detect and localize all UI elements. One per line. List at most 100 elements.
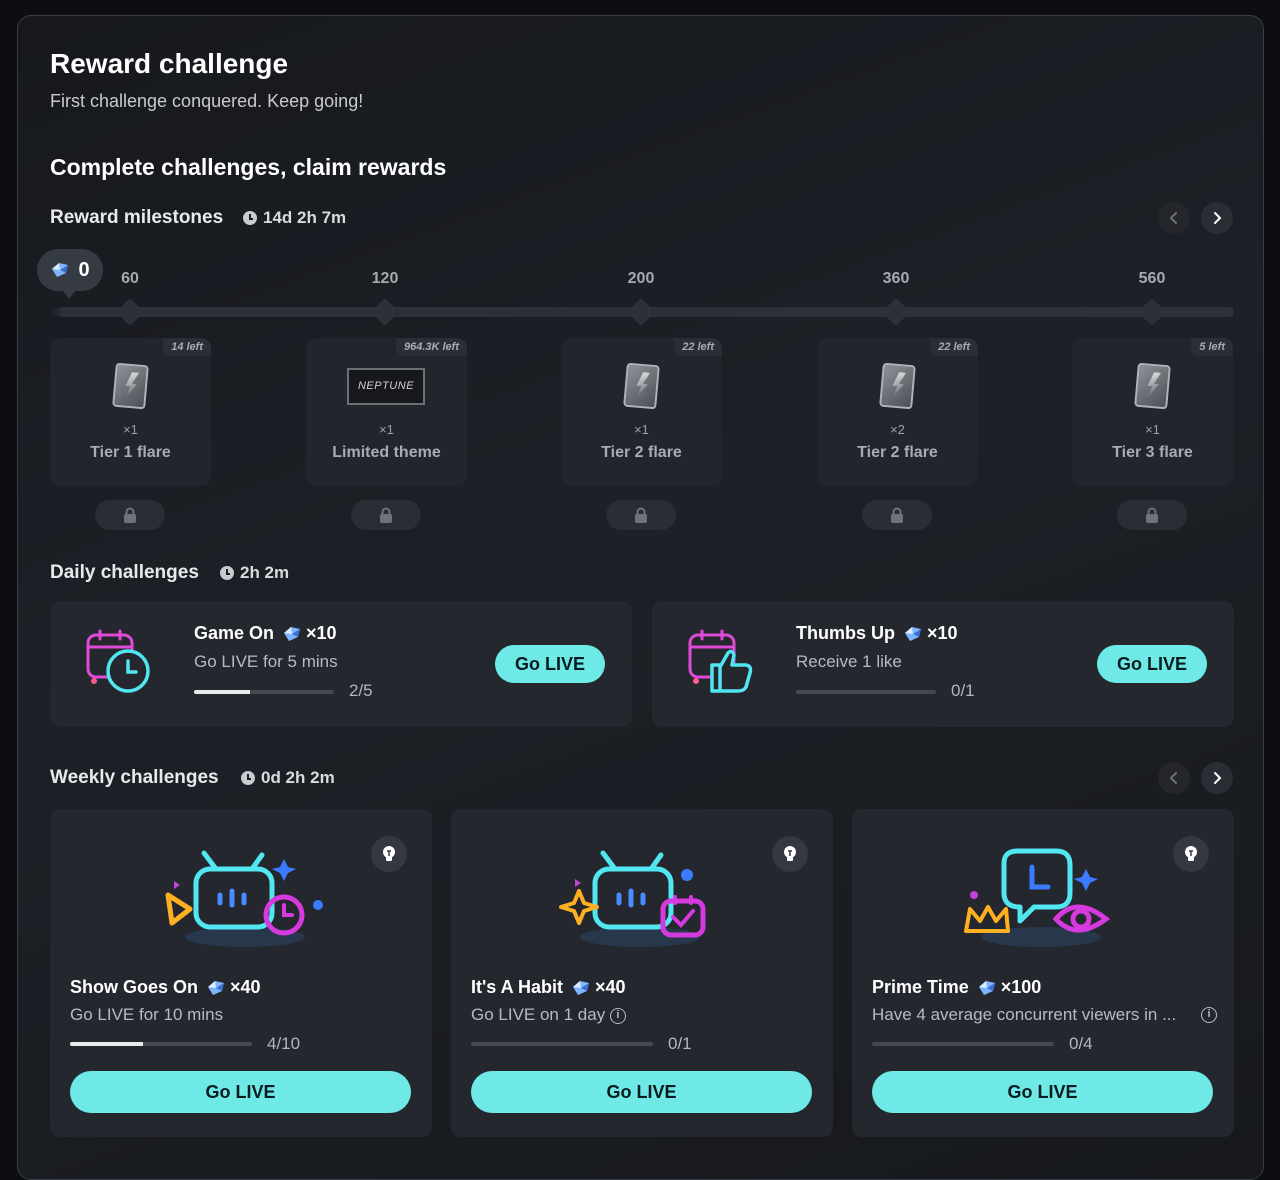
reward-name: Tier 1 flare — [90, 444, 171, 461]
go-live-button[interactable]: Go LIVE — [495, 645, 605, 683]
gem-icon — [978, 980, 995, 995]
challenge-reward: ×40 — [571, 977, 626, 998]
progress-text: 0/1 — [951, 681, 975, 700]
locked-claim-button[interactable] — [606, 500, 676, 530]
challenge-name: It's A Habit — [471, 977, 563, 997]
daily-challenge-card: Game On ×10 Go LIVE for 5 mins 2/5 Go LI… — [50, 601, 632, 727]
stock-left-badge: 22 left — [930, 338, 978, 356]
tv-play-icon — [165, 850, 323, 947]
clock-icon — [243, 211, 257, 225]
challenge-title: Thumbs Up ×10 — [796, 623, 958, 644]
milestone-tick — [115, 297, 145, 327]
challenge-title: Show Goes On ×40 — [70, 977, 261, 998]
reward-card[interactable]: 22 left ×2 Tier 2 flare — [817, 338, 978, 486]
page-subtitle: First challenge conquered. Keep going! — [50, 91, 364, 111]
milestone-points: 560 — [1138, 270, 1166, 287]
challenge-desc: Have 4 average concurrent viewers in ...… — [872, 1005, 1217, 1025]
reward-card[interactable]: 14 left ×1 Tier 1 flare — [50, 338, 211, 486]
progress-bar — [70, 1042, 252, 1046]
challenge-title: It's A Habit ×40 — [471, 977, 626, 998]
reward-card[interactable]: 964.3K left NEPTUNE ×1 Limited theme — [306, 338, 467, 486]
progress-fill — [70, 1042, 143, 1046]
clock-icon — [241, 771, 255, 785]
go-live-button[interactable]: Go LIVE — [1097, 645, 1207, 683]
daily-label: Daily challenges — [50, 562, 199, 583]
gem-icon — [208, 980, 225, 995]
tv-calendar-icon — [559, 850, 706, 947]
milestone-points: 200 — [627, 270, 655, 287]
lock-icon — [1146, 507, 1158, 523]
milestone-tick — [626, 297, 656, 327]
daily-challenge-card: Thumbs Up ×10 Receive 1 like 0/1 Go LIVE — [652, 601, 1234, 727]
hint-button[interactable] — [1173, 836, 1209, 872]
lightbulb-icon — [784, 846, 796, 861]
chevron-left-icon — [1169, 212, 1177, 224]
daily-timer: 2h 2m — [220, 563, 289, 583]
section-title: Complete challenges, claim rewards — [50, 154, 447, 180]
theme-preview: NEPTUNE — [347, 368, 425, 405]
milestones-next-button[interactable] — [1201, 202, 1233, 234]
lightbulb-icon — [1185, 846, 1197, 861]
challenge-desc: Go LIVE on 1 day i — [471, 1005, 626, 1025]
calendar-thumbsup-icon — [688, 629, 753, 693]
challenge-reward: ×100 — [977, 977, 1042, 998]
info-icon[interactable]: i — [1201, 1007, 1217, 1023]
gem-icon — [905, 626, 921, 641]
reward-card[interactable]: 22 left ×1 Tier 2 flare — [561, 338, 722, 486]
challenge-points: ×10 — [306, 623, 337, 643]
challenge-name: Game On — [194, 623, 275, 643]
weekly-next-button[interactable] — [1201, 762, 1233, 794]
lock-icon — [635, 507, 647, 523]
challenge-points: ×100 — [1000, 977, 1042, 997]
milestones-prev-button[interactable] — [1158, 202, 1190, 234]
reward-name: Tier 2 flare — [857, 444, 938, 461]
chevron-right-icon — [1214, 772, 1222, 784]
flare-icon — [112, 362, 149, 410]
locked-claim-button[interactable] — [1117, 500, 1187, 530]
challenge-reward: ×40 — [206, 977, 261, 998]
challenge-title: Game On ×10 — [194, 623, 337, 644]
challenge-name: Thumbs Up — [796, 623, 895, 643]
challenge-name: Prime Time — [872, 977, 969, 997]
weekly-challenge-card: It's A Habit ×40 Go LIVE on 1 day i 0/1 … — [451, 809, 833, 1137]
info-icon[interactable]: i — [609, 1007, 626, 1024]
go-live-button[interactable]: Go LIVE — [471, 1071, 812, 1113]
progress-text: 0/4 — [1069, 1034, 1093, 1053]
reward-challenge-panel: Reward challenge First challenge conquer… — [17, 15, 1264, 1180]
challenge-points: ×40 — [594, 977, 626, 997]
reward-name: Tier 2 flare — [601, 444, 682, 461]
locked-claim-button[interactable] — [95, 500, 165, 530]
challenge-reward: ×10 — [903, 623, 958, 644]
reward-name: Limited theme — [332, 444, 441, 461]
flare-icon — [623, 362, 660, 410]
gem-icon — [572, 980, 589, 995]
weekly-prev-button[interactable] — [1158, 762, 1190, 794]
progress-text: 4/10 — [267, 1034, 301, 1053]
page-title: Reward challenge — [50, 48, 289, 79]
milestones-timer: 14d 2h 7m — [243, 208, 346, 228]
challenge-reward: ×10 — [282, 623, 337, 644]
clock-icon — [220, 566, 234, 580]
milestone-points: 360 — [882, 270, 910, 287]
go-live-button[interactable]: Go LIVE — [872, 1071, 1213, 1113]
hint-button[interactable] — [371, 836, 407, 872]
reward-card[interactable]: 5 left ×1 Tier 3 flare — [1072, 338, 1233, 486]
stock-left-badge: 22 left — [674, 338, 722, 356]
lock-icon — [380, 507, 392, 523]
challenge-points: ×10 — [927, 623, 958, 643]
locked-claim-button[interactable] — [862, 500, 932, 530]
challenge-desc-text: Go LIVE on 1 day — [471, 1005, 606, 1024]
gem-icon — [52, 263, 69, 277]
challenge-points: ×40 — [230, 977, 261, 997]
reward-qty: ×1 — [379, 422, 394, 437]
milestones-label: Reward milestones — [50, 207, 224, 228]
progress-bar — [872, 1042, 1054, 1046]
chat-eye-icon — [964, 848, 1111, 947]
lock-icon — [124, 507, 136, 523]
progress-text: 2/5 — [349, 681, 373, 700]
milestone-points: 120 — [371, 270, 399, 287]
go-live-button[interactable]: Go LIVE — [70, 1071, 411, 1113]
locked-claim-button[interactable] — [351, 500, 421, 530]
hint-button[interactable] — [772, 836, 808, 872]
reward-qty: ×1 — [1145, 422, 1160, 437]
